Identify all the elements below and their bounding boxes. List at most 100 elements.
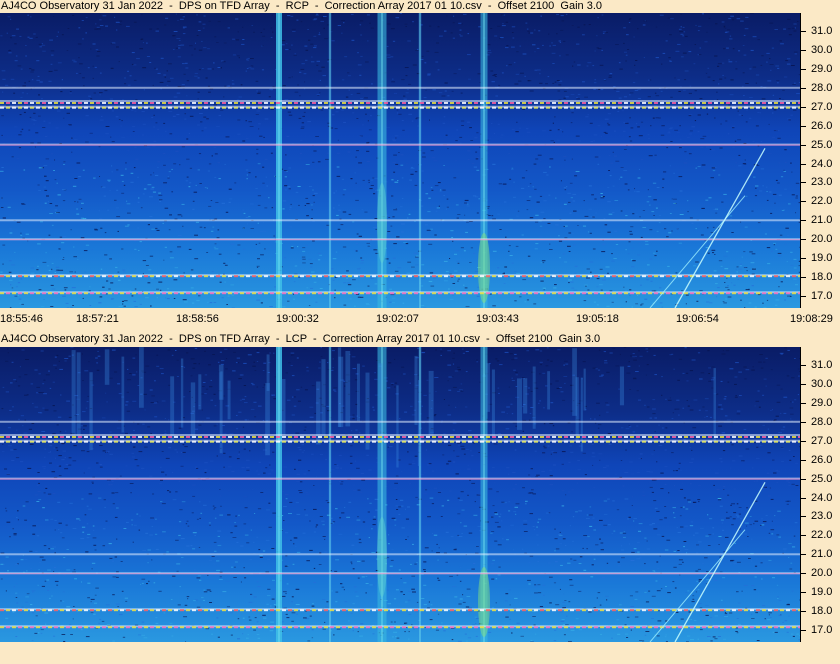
y-tick-label: 20.0 [811,567,833,580]
faint-streak [71,350,76,439]
rfi-band [0,101,800,104]
panel-title-lcp: AJ4CO Observatory 31 Jan 2022 - DPS on T… [0,333,840,346]
faint-streak [266,354,270,391]
spectrogram-rcp-image [0,13,800,308]
y-tick-label: 17.0 [811,290,833,302]
faint-streak [139,347,144,408]
x-tick-label: 19:00:32 [276,313,319,325]
x-tick-label: 18:58:56 [176,313,219,325]
y-tick [801,296,806,297]
y-tick-label: 23.0 [811,510,833,523]
faint-streak [619,366,625,406]
y-tick [801,163,806,165]
faint-streak [227,380,231,420]
y-tick [801,421,806,423]
faint-streak [190,382,196,439]
y-tick-label: 25.0 [811,472,833,485]
y-tick-label: 17.0 [811,624,833,636]
faint-streak [76,352,81,440]
y-tick [801,87,806,89]
y-tick [801,144,806,146]
spectrogram-background [0,347,800,642]
y-tick-label: 28.0 [811,81,833,94]
x-tick-label: 19:02:07 [376,313,419,325]
y-tick-label: 27.0 [811,100,833,113]
rfi-band [0,275,800,278]
y-tick-label: 28.0 [811,415,833,428]
spectrogram-lcp [0,347,800,642]
y-tick [801,31,806,32]
faint-streak [491,369,495,438]
rfi-band [0,292,800,295]
y-tick [801,592,806,594]
faint-streak [428,370,434,436]
faint-streak [265,383,270,456]
x-tick-label: 18:55:46 [0,313,43,325]
y-tick [801,573,806,575]
rfi-band [0,440,800,443]
time-axis: 18:55:46 18:57:21 18:58:56 19:00:32 19:02:07… [0,308,840,330]
faint-streak [345,351,351,427]
y-tick [801,630,806,631]
y-tick [801,365,806,366]
interference-line [0,434,800,437]
frequency-axis-rcp: 31.0 30.0 29.0 28.0 27.0 26.0 25.0 24.0 23.0 22.0… [800,13,840,308]
faint-streak [337,347,342,427]
bottom-margin [0,642,840,664]
burst-hotspot [377,517,387,597]
y-tick [801,383,806,385]
burst-core [278,13,280,308]
y-tick-label: 31.0 [811,359,833,371]
faint-streak [532,366,536,429]
faint-streak [523,378,528,414]
frequency-axis-lcp: 31.0 30.0 29.0 28.0 27.0 26.0 25.0 24.0 23.0 22.0… [800,347,840,642]
y-tick-label: 22.0 [811,529,833,542]
faint-streak [104,349,110,385]
rfi-band [0,626,800,629]
burst-core [381,13,383,308]
x-tick-label: 19:05:18 [576,313,619,325]
rfi-band [0,106,800,109]
interference-line [0,420,800,423]
rfi-band [0,435,800,438]
burst-hotspot [377,183,387,263]
y-tick [801,516,806,518]
y-tick [801,402,806,404]
faint-streak [414,355,418,426]
interference-line [0,219,800,222]
burst-core [419,13,421,308]
faint-streak [89,372,93,451]
y-tick-label: 19.0 [811,586,833,599]
interference-line [0,100,800,103]
y-tick-label: 18.0 [811,271,833,284]
y-tick [801,535,806,537]
faint-streak [713,368,716,443]
faint-streak [321,359,326,436]
y-tick-label: 30.0 [811,377,833,390]
y-tick [801,49,806,51]
y-tick [801,258,806,260]
spectrogram-rcp [0,13,800,308]
y-tick-label: 19.0 [811,252,833,265]
interference-line [0,86,800,89]
x-tick-label: 19:06:54 [676,313,719,325]
y-tick-label: 26.0 [811,453,833,466]
interference-line [0,144,800,146]
y-tick [801,554,806,556]
y-tick-label: 30.0 [811,43,833,56]
y-tick-label: 31.0 [811,25,833,37]
y-tick-label: 27.0 [811,434,833,447]
y-tick-label: 29.0 [811,396,833,409]
y-tick-label: 18.0 [811,605,833,618]
faint-streak [547,371,551,410]
spectrogram-lcp-image [0,347,800,642]
faint-streak [281,379,286,435]
faint-streak [583,368,586,411]
burst-core [329,347,331,642]
y-tick [801,68,806,70]
y-tick-label: 24.0 [811,491,833,504]
faint-streak [486,363,490,412]
y-tick-label: 23.0 [811,176,833,189]
burst-core [329,13,331,308]
y-tick [801,182,806,184]
